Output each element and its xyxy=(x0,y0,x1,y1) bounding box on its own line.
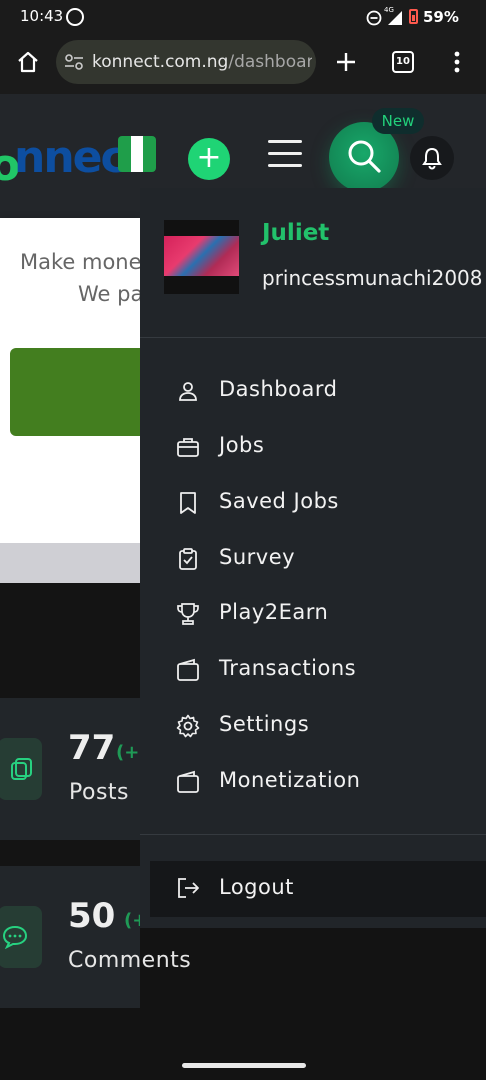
user-menu-drawer: Juliet princessmunachi2008 Dashboard Job… xyxy=(140,188,486,928)
clipboard-check-icon xyxy=(179,548,197,570)
create-post-button[interactable]: + xyxy=(188,138,230,180)
menu-item-label: Survey xyxy=(219,545,296,569)
promo-line-2: We pa xyxy=(78,282,144,306)
menu-item-label: Monetization xyxy=(219,768,361,792)
wallet-icon xyxy=(177,658,199,681)
promo-line-1: Make mone xyxy=(20,250,142,274)
menu-item-dashboard[interactable]: Dashboard xyxy=(176,371,476,411)
user-icon xyxy=(179,382,197,401)
battery-icon xyxy=(409,9,418,24)
content-gap xyxy=(0,840,140,866)
browser-toolbar: konnect.com.ng/dashboar 10 xyxy=(0,34,486,94)
menu-item-jobs[interactable]: Jobs xyxy=(176,427,476,467)
menu-item-label: Jobs xyxy=(219,433,265,457)
home-icon[interactable] xyxy=(17,51,39,73)
profile-email: princessmunachi2008 xyxy=(262,266,483,290)
content-gap xyxy=(0,583,140,698)
posts-stat-icon-box xyxy=(0,738,42,800)
bell-icon xyxy=(422,147,442,170)
menu-item-label: Play2Earn xyxy=(219,600,329,624)
dnd-icon xyxy=(366,10,382,26)
menu-item-transactions[interactable]: Transactions xyxy=(176,650,476,690)
promo-card: Make mone We pa xyxy=(0,218,150,543)
menu-item-label: Settings xyxy=(219,712,310,736)
whatsapp-icon xyxy=(66,8,84,26)
logout-icon xyxy=(178,878,199,898)
divider xyxy=(140,834,486,835)
comments-count: 50 xyxy=(68,896,116,936)
promo-button[interactable] xyxy=(10,348,150,436)
more-options-icon[interactable] xyxy=(453,51,461,73)
menu-item-saved-jobs[interactable]: Saved Jobs xyxy=(176,483,476,523)
new-badge: New xyxy=(372,108,424,134)
posts-stat-card: 77 (+ Posts xyxy=(0,698,140,840)
menu-item-survey[interactable]: Survey xyxy=(176,539,476,579)
signal-icon xyxy=(388,11,402,25)
profile-name[interactable]: Juliet xyxy=(262,220,329,246)
comments-stat-card: 50 (+ Comments xyxy=(0,866,191,1008)
chat-icon xyxy=(2,925,28,949)
new-tab-icon[interactable] xyxy=(335,51,357,73)
avatar[interactable] xyxy=(164,220,239,294)
divider xyxy=(140,337,486,338)
tab-switcher-button[interactable]: 10 xyxy=(392,51,414,73)
notifications-button[interactable] xyxy=(410,136,454,180)
posts-label: Posts xyxy=(69,780,129,805)
search-icon xyxy=(348,140,381,173)
comments-stat-icon-box xyxy=(0,906,42,968)
hamburger-menu-icon[interactable] xyxy=(268,140,302,168)
status-bar: 10:43 4G 59% xyxy=(0,0,486,34)
menu-item-label: Transactions xyxy=(219,656,357,680)
address-bar[interactable]: konnect.com.ng/dashboar xyxy=(56,40,316,84)
url-text: konnect.com.ng/dashboar xyxy=(92,52,312,72)
posts-count: 77 xyxy=(68,728,116,768)
briefcase-icon xyxy=(177,438,199,457)
site-settings-icon[interactable] xyxy=(64,53,84,71)
comments-label: Comments xyxy=(68,948,192,973)
trophy-icon xyxy=(177,603,199,625)
nigeria-flag-icon xyxy=(118,136,156,172)
menu-item-label: Saved Jobs xyxy=(219,489,339,513)
copy-icon xyxy=(11,758,32,780)
status-time: 10:43 xyxy=(20,7,64,25)
menu-item-settings[interactable]: Settings xyxy=(176,706,476,746)
wallet-icon xyxy=(177,770,199,793)
menu-item-play2earn[interactable]: Play2Earn xyxy=(176,594,476,634)
bookmark-icon xyxy=(180,492,196,514)
gear-icon xyxy=(176,714,200,738)
battery-level: 59% xyxy=(423,8,459,26)
logout-label: Logout xyxy=(219,875,294,899)
logout-button[interactable]: Logout xyxy=(150,861,486,917)
divider-band xyxy=(0,543,140,583)
menu-item-monetization[interactable]: Monetization xyxy=(176,762,476,802)
menu-item-label: Dashboard xyxy=(219,377,338,401)
gesture-home-bar[interactable] xyxy=(182,1063,306,1068)
posts-delta: (+ xyxy=(116,742,140,763)
